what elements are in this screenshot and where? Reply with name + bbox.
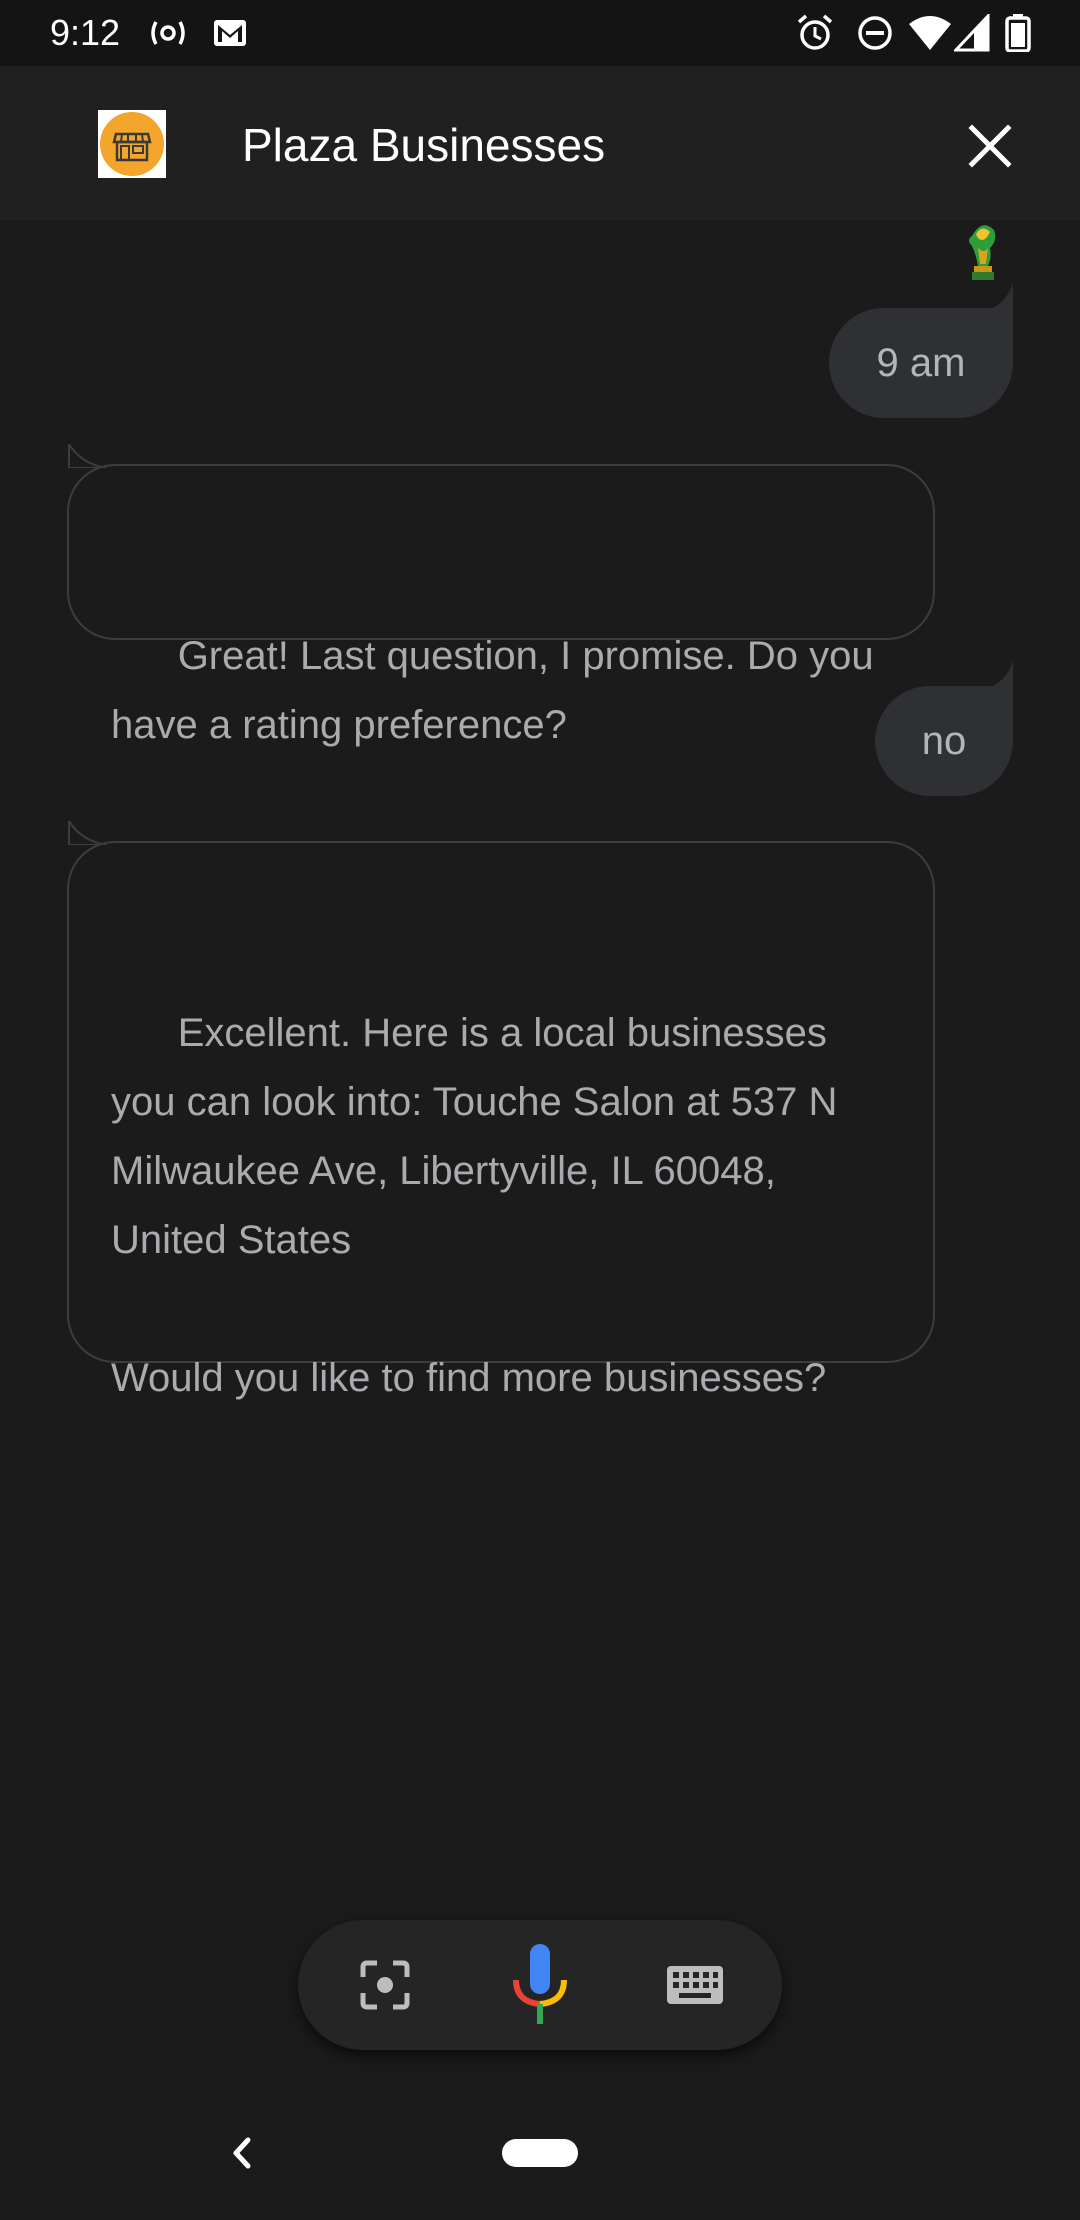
back-icon[interactable] <box>222 2128 262 2178</box>
home-pill[interactable] <box>502 2139 578 2167</box>
message-text: 9 am <box>876 340 966 385</box>
assistant-message: Excellent. Here is a local businesses yo… <box>67 821 935 1400</box>
microphone-icon <box>513 1944 567 2024</box>
lens-button[interactable] <box>330 1920 440 2050</box>
user-avatar <box>969 225 996 280</box>
page-title: Plaza Businesses <box>242 119 606 171</box>
store-logo-icon <box>98 110 166 178</box>
keyboard-button[interactable] <box>640 1920 750 2050</box>
app-header: Plaza Businesses <box>0 66 1080 220</box>
gmail-icon <box>214 20 246 46</box>
message-text: Great! Last question, I promise. Do you … <box>111 634 885 747</box>
status-bar: 9:12 <box>0 0 1080 66</box>
wifi-icon <box>909 16 951 50</box>
microphone-button[interactable] <box>485 1920 595 2050</box>
user-message: no <box>875 660 1013 796</box>
radio-hotspot-icon <box>151 21 185 45</box>
user-message: 9 am <box>829 282 1013 418</box>
cell-signal-icon <box>954 14 990 52</box>
lens-icon <box>360 1960 410 2010</box>
message-text: no <box>921 718 967 763</box>
keyboard-icon <box>667 1966 723 2004</box>
message-text: Excellent. Here is a local businesses yo… <box>111 1011 838 1400</box>
status-time: 9:12 <box>50 12 121 53</box>
do-not-disturb-icon <box>858 16 892 50</box>
alarm-icon <box>797 14 833 50</box>
close-icon[interactable] <box>960 116 1020 176</box>
assistant-message: Great! Last question, I promise. Do you … <box>67 444 935 747</box>
input-bar <box>298 1920 782 2050</box>
assistant-screen: 9:12 Plaza Businesses 9 am Great! Last q… <box>0 0 1080 2220</box>
battery-icon <box>1005 14 1031 52</box>
